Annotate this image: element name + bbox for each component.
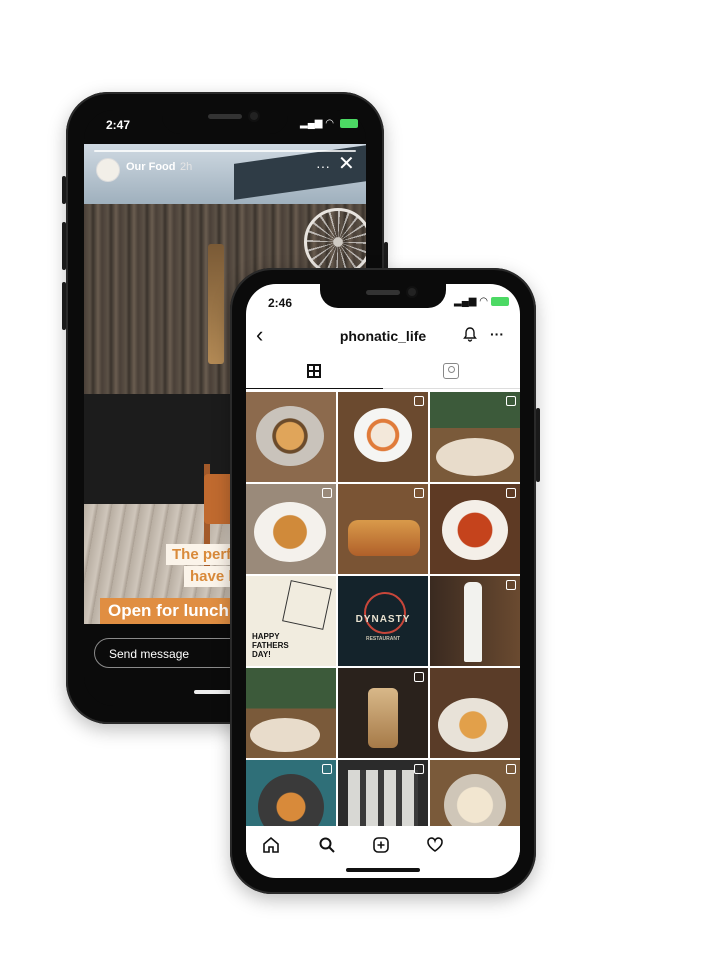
- grid-post[interactable]: [338, 484, 428, 574]
- bottles: [348, 770, 418, 826]
- bell-icon[interactable]: [462, 326, 478, 347]
- dish: [438, 698, 508, 752]
- home-icon[interactable]: [262, 836, 280, 859]
- more-icon[interactable]: ···: [490, 326, 504, 342]
- dreamcatcher: [304, 208, 366, 276]
- grid-post[interactable]: [430, 392, 520, 482]
- grid-post[interactable]: [338, 760, 428, 826]
- plate: [250, 718, 320, 752]
- more-icon[interactable]: ···: [316, 158, 330, 174]
- dynasty-title: DYNASTY: [355, 614, 411, 625]
- grid-post[interactable]: [430, 576, 520, 666]
- iced-coffee: [368, 688, 398, 748]
- story-time-ago: 2h: [180, 161, 193, 173]
- wine-bottle: [464, 582, 482, 662]
- volume-down-button: [62, 282, 66, 330]
- notch: [162, 106, 288, 134]
- front-phone: 2:46 ▂▄▆ ◠ ‹ phonatic_life ··· HAPPY FAT…: [230, 268, 540, 894]
- bowl: [258, 774, 324, 826]
- story-username[interactable]: Our Food: [126, 161, 176, 173]
- heart-icon[interactable]: [426, 836, 444, 859]
- home-indicator[interactable]: [346, 868, 420, 872]
- profile-screen: 2:46 ▂▄▆ ◠ ‹ phonatic_life ··· HAPPY FAT…: [246, 284, 520, 878]
- grid-post[interactable]: HAPPY FATHERS DAY!: [246, 576, 336, 666]
- story-avatar[interactable]: [96, 158, 120, 182]
- dynasty-subtitle: RESTAURANT: [365, 636, 401, 642]
- status-time: 2:46: [268, 296, 293, 310]
- grid-post[interactable]: [246, 392, 336, 482]
- grid-post[interactable]: [246, 484, 336, 574]
- grid-post[interactable]: [338, 392, 428, 482]
- multi-post-icon: [506, 580, 516, 590]
- multi-post-icon: [322, 488, 332, 498]
- power-button: [536, 408, 540, 482]
- notch: [320, 280, 446, 308]
- multi-post-icon: [506, 396, 516, 406]
- grid-post[interactable]: DYNASTY RESTAURANT: [338, 576, 428, 666]
- grid-post[interactable]: [430, 484, 520, 574]
- soup-bowl: [354, 408, 412, 462]
- mute-switch: [62, 176, 66, 204]
- curry-bowl: [442, 500, 508, 560]
- dynasty-logo: [364, 592, 406, 634]
- illustration: [282, 580, 332, 630]
- add-post-icon[interactable]: [372, 836, 390, 859]
- bottom-nav: [246, 828, 520, 864]
- profile-username: phonatic_life: [339, 328, 427, 344]
- grid-post[interactable]: [246, 760, 336, 826]
- dish: [444, 774, 506, 826]
- multi-post-icon: [506, 764, 516, 774]
- multi-post-icon: [414, 396, 424, 406]
- tab-tagged[interactable]: [383, 360, 520, 389]
- tab-grid[interactable]: [246, 360, 383, 389]
- grid-post[interactable]: [246, 668, 336, 758]
- volume-up-button: [62, 222, 66, 270]
- multi-post-icon: [414, 764, 424, 774]
- multi-post-icon: [414, 672, 424, 682]
- grid-post[interactable]: [430, 668, 520, 758]
- wind-chime: [208, 244, 224, 364]
- tagged-icon: [443, 363, 459, 379]
- front-camera: [408, 288, 416, 296]
- grid-post[interactable]: [430, 760, 520, 826]
- search-icon[interactable]: [318, 836, 336, 859]
- story-progress-bar: [94, 150, 356, 152]
- front-camera: [250, 112, 258, 120]
- dumpling-plate: [254, 502, 326, 562]
- multi-post-icon: [322, 764, 332, 774]
- photo-grid: HAPPY FATHERS DAY! DYNASTY RESTAURANT: [246, 392, 520, 826]
- plate: [436, 438, 514, 476]
- grid-post[interactable]: [338, 668, 428, 758]
- multi-post-icon: [414, 488, 424, 498]
- banh-mi: [348, 520, 420, 556]
- grid-icon: [307, 364, 321, 378]
- status-icons: ▂▄▆ ◠: [300, 118, 358, 129]
- status-icons: ▂▄▆ ◠: [454, 296, 509, 307]
- noodle-bowl: [256, 406, 324, 466]
- fathers-day-text: HAPPY FATHERS DAY!: [252, 632, 289, 659]
- speaker: [208, 114, 242, 119]
- status-time: 2:47: [106, 118, 131, 132]
- story-caption-banner: Open for lunch: [100, 598, 237, 624]
- multi-post-icon: [506, 488, 516, 498]
- close-icon[interactable]: ✕: [338, 154, 355, 174]
- speaker: [366, 290, 400, 295]
